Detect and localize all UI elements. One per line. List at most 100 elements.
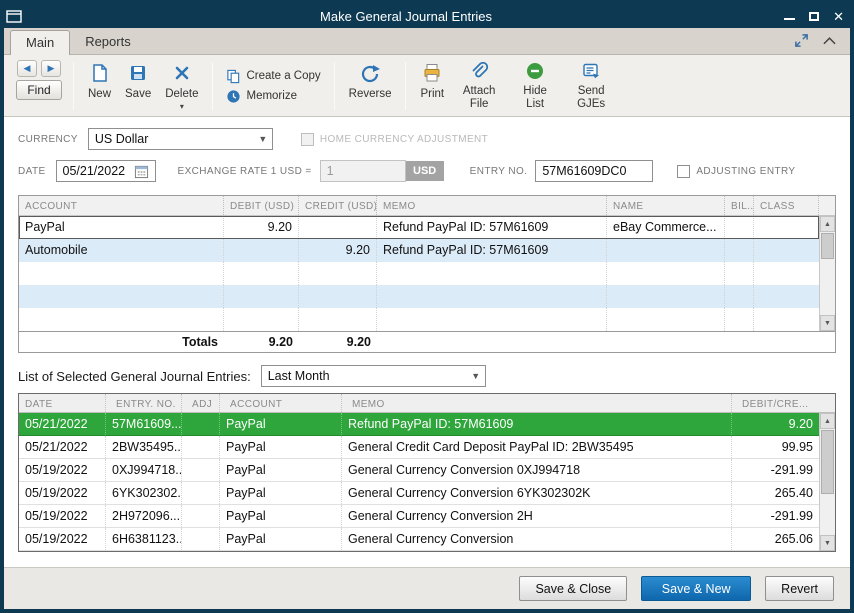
journal-row-empty[interactable] xyxy=(19,308,819,331)
cell-name[interactable] xyxy=(607,239,725,262)
print-button[interactable]: Print xyxy=(413,58,451,114)
cell-debit[interactable] xyxy=(224,285,299,308)
entry-row[interactable]: 05/19/2022 0XJ994718... PayPal General C… xyxy=(19,459,819,482)
hide-list-button[interactable]: Hide List xyxy=(507,58,563,114)
date-label: DATE xyxy=(18,166,46,177)
tab-reports[interactable]: Reports xyxy=(70,30,146,54)
delete-dropdown-caret[interactable]: ▾ xyxy=(180,102,184,111)
cell-memo[interactable]: Refund PayPal ID: 57M61609 xyxy=(377,216,607,239)
save-and-new-button[interactable]: Save & New xyxy=(641,576,751,601)
entry-row[interactable]: 05/19/2022 6H6381123... PayPal General C… xyxy=(19,528,819,551)
hide-list-label: Hide List xyxy=(514,85,556,111)
cell-entry-no: 6H6381123... xyxy=(105,528,181,550)
journal-row[interactable]: Automobile 9.20 Refund PayPal ID: 57M616… xyxy=(19,239,819,262)
toolbar-separator xyxy=(405,62,406,110)
cell-account[interactable]: Automobile xyxy=(19,239,224,262)
cell-billable[interactable] xyxy=(725,308,754,331)
cell-memo[interactable] xyxy=(377,262,607,285)
scrollbar-thumb[interactable] xyxy=(821,430,834,494)
cell-debit[interactable] xyxy=(224,262,299,285)
scroll-down-arrow[interactable]: ▼ xyxy=(820,315,835,331)
cell-debit[interactable]: 9.20 xyxy=(224,216,299,239)
cell-billable[interactable] xyxy=(725,239,754,262)
column-header-date: DATE xyxy=(19,394,105,412)
collapse-ribbon-icon[interactable] xyxy=(823,37,836,45)
home-currency-label: HOME CURRENCY ADJUSTMENT xyxy=(320,134,488,145)
scroll-down-arrow[interactable]: ▼ xyxy=(820,535,835,551)
cell-account[interactable] xyxy=(19,285,224,308)
cell-class[interactable] xyxy=(754,308,819,331)
cell-memo[interactable] xyxy=(377,308,607,331)
cell-billable[interactable] xyxy=(725,285,754,308)
reverse-arrow-icon xyxy=(359,61,381,85)
calendar-icon[interactable] xyxy=(134,164,149,179)
entry-row[interactable]: 05/19/2022 2H972096... PayPal General Cu… xyxy=(19,505,819,528)
exchange-unit-badge: USD xyxy=(406,161,444,181)
cell-name[interactable]: eBay Commerce... xyxy=(607,216,725,239)
close-button[interactable]: ✕ xyxy=(833,10,844,23)
cell-credit[interactable] xyxy=(299,262,377,285)
reverse-button[interactable]: Reverse xyxy=(342,58,399,114)
entry-row[interactable]: 05/21/2022 2BW35495... PayPal General Cr… xyxy=(19,436,819,459)
footer-bar: Save & Close Save & New Revert xyxy=(4,567,850,609)
cell-class[interactable] xyxy=(754,262,819,285)
totals-label: Totals xyxy=(19,335,224,349)
cell-adj xyxy=(181,459,219,481)
scrollbar-track[interactable] xyxy=(820,429,835,535)
cell-account[interactable] xyxy=(19,308,224,331)
cell-name[interactable] xyxy=(607,308,725,331)
journal-row-empty[interactable] xyxy=(19,285,819,308)
cell-credit[interactable] xyxy=(299,216,377,239)
cell-class[interactable] xyxy=(754,285,819,308)
cell-name[interactable] xyxy=(607,262,725,285)
next-arrow-button[interactable]: ▶ xyxy=(41,60,61,77)
entry-row-selected[interactable]: 05/21/2022 57M61609... PayPal Refund Pay… xyxy=(19,413,819,436)
expand-window-icon[interactable] xyxy=(794,33,809,48)
cell-memo[interactable] xyxy=(377,285,607,308)
scroll-up-arrow[interactable]: ▲ xyxy=(820,216,835,232)
scroll-up-arrow[interactable]: ▲ xyxy=(820,413,835,429)
date-input[interactable]: 05/21/2022 xyxy=(56,160,156,182)
revert-button[interactable]: Revert xyxy=(765,576,834,601)
cell-class[interactable] xyxy=(754,216,819,239)
cell-credit[interactable] xyxy=(299,308,377,331)
delete-button[interactable]: Delete ▾ xyxy=(158,58,205,114)
memorize-button[interactable]: Memorize xyxy=(226,89,320,104)
entries-list-scrollbar[interactable]: ▲ ▼ xyxy=(819,413,835,551)
journal-grid-scrollbar[interactable]: ▲ ▼ xyxy=(819,216,835,331)
cell-class[interactable] xyxy=(754,239,819,262)
entry-no-input[interactable]: 57M61609DC0 xyxy=(535,160,653,182)
journal-row[interactable]: PayPal 9.20 Refund PayPal ID: 57M61609 e… xyxy=(19,216,819,239)
adjusting-entry-checkbox[interactable] xyxy=(677,165,690,178)
column-header-debit: DEBIT (USD) xyxy=(224,196,299,215)
maximize-button[interactable] xyxy=(809,10,819,23)
scrollbar-track[interactable] xyxy=(820,232,835,315)
date-range-dropdown[interactable]: Last Month ▼ xyxy=(261,365,486,387)
cell-memo: General Currency Conversion 6YK302302K xyxy=(341,482,731,504)
cell-credit[interactable] xyxy=(299,285,377,308)
cell-account[interactable] xyxy=(19,262,224,285)
tab-main[interactable]: Main xyxy=(10,30,70,55)
cell-debit[interactable] xyxy=(224,308,299,331)
attach-file-button[interactable]: Attach File xyxy=(451,58,507,114)
save-and-close-button[interactable]: Save & Close xyxy=(519,576,627,601)
cell-credit[interactable]: 9.20 xyxy=(299,239,377,262)
send-gjes-button[interactable]: Send GJEs xyxy=(563,58,619,114)
create-copy-button[interactable]: Create a Copy xyxy=(226,69,320,84)
cell-billable[interactable] xyxy=(725,262,754,285)
previous-arrow-button[interactable]: ◀ xyxy=(17,60,37,77)
scrollbar-thumb[interactable] xyxy=(821,233,834,259)
find-button[interactable]: Find xyxy=(16,80,62,100)
cell-account: PayPal xyxy=(219,459,341,481)
journal-row-empty[interactable] xyxy=(19,262,819,285)
minimize-button[interactable] xyxy=(784,10,795,23)
cell-debit[interactable] xyxy=(224,239,299,262)
cell-memo[interactable]: Refund PayPal ID: 57M61609 xyxy=(377,239,607,262)
cell-name[interactable] xyxy=(607,285,725,308)
new-button[interactable]: New xyxy=(81,58,118,114)
cell-billable[interactable] xyxy=(725,216,754,239)
entry-row[interactable]: 05/19/2022 6YK302302... PayPal General C… xyxy=(19,482,819,505)
currency-dropdown[interactable]: US Dollar ▼ xyxy=(88,128,273,150)
save-button-toolbar[interactable]: Save xyxy=(118,58,158,114)
cell-account[interactable]: PayPal xyxy=(19,216,224,239)
